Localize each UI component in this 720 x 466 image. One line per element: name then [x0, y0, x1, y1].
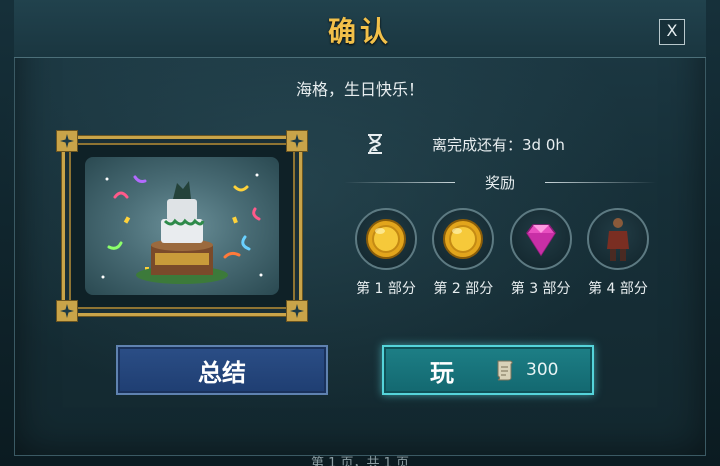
rewards-list: 第 1 部分 第 2 部分 第 3 部分 第 4 部分	[352, 208, 652, 298]
divider	[344, 181, 455, 183]
reward-label: 第 3 部分	[510, 281, 571, 297]
divider	[545, 181, 657, 183]
summary-button-label: 总结	[198, 358, 246, 387]
reward-item[interactable]: 第 1 部分	[352, 208, 420, 298]
close-button[interactable]: X	[659, 19, 685, 45]
hourglass-icon	[368, 134, 382, 154]
reward-label: 第 2 部分	[433, 281, 494, 297]
pink-gem-icon	[509, 208, 572, 270]
frame-corner-ornament-icon	[286, 130, 308, 152]
frame-corner-ornament-icon	[286, 300, 308, 322]
title-bar: 确认	[14, 0, 706, 58]
frame-corner-ornament-icon	[56, 130, 78, 152]
reward-item[interactable]: 第 3 部分	[507, 208, 575, 298]
time-remaining-row: 离完成还有：3d 0h	[366, 132, 565, 156]
rewards-heading-label: 奖励	[485, 173, 516, 192]
page-indicator: 第 1 页，共 1 页	[310, 456, 410, 466]
play-button[interactable]: 玩 300	[382, 345, 594, 395]
rewards-heading: 奖励	[344, 172, 657, 192]
outfit-icon	[586, 208, 649, 270]
reward-label: 第 1 部分	[356, 281, 416, 297]
frame-corner-ornament-icon	[56, 300, 78, 322]
reward-label: 第 4 部分	[588, 281, 648, 297]
event-subtitle: 海格，生日快乐！	[295, 80, 424, 99]
scroll-ticket-icon	[497, 360, 513, 381]
reward-item[interactable]: 第 4 部分	[584, 208, 652, 298]
gold-coin-icon	[432, 208, 495, 270]
reward-item[interactable]: 第 2 部分	[429, 208, 497, 298]
birthday-cake-illustration	[85, 157, 279, 295]
dialog-title: 确认	[327, 15, 392, 48]
gold-coin-icon	[355, 208, 417, 270]
event-image-frame	[56, 130, 308, 322]
play-button-label: 玩	[430, 358, 454, 387]
play-cost: 300	[526, 360, 559, 380]
summary-button[interactable]: 总结	[116, 345, 328, 395]
time-remaining-text: 离完成还有：3d 0h	[432, 135, 565, 154]
